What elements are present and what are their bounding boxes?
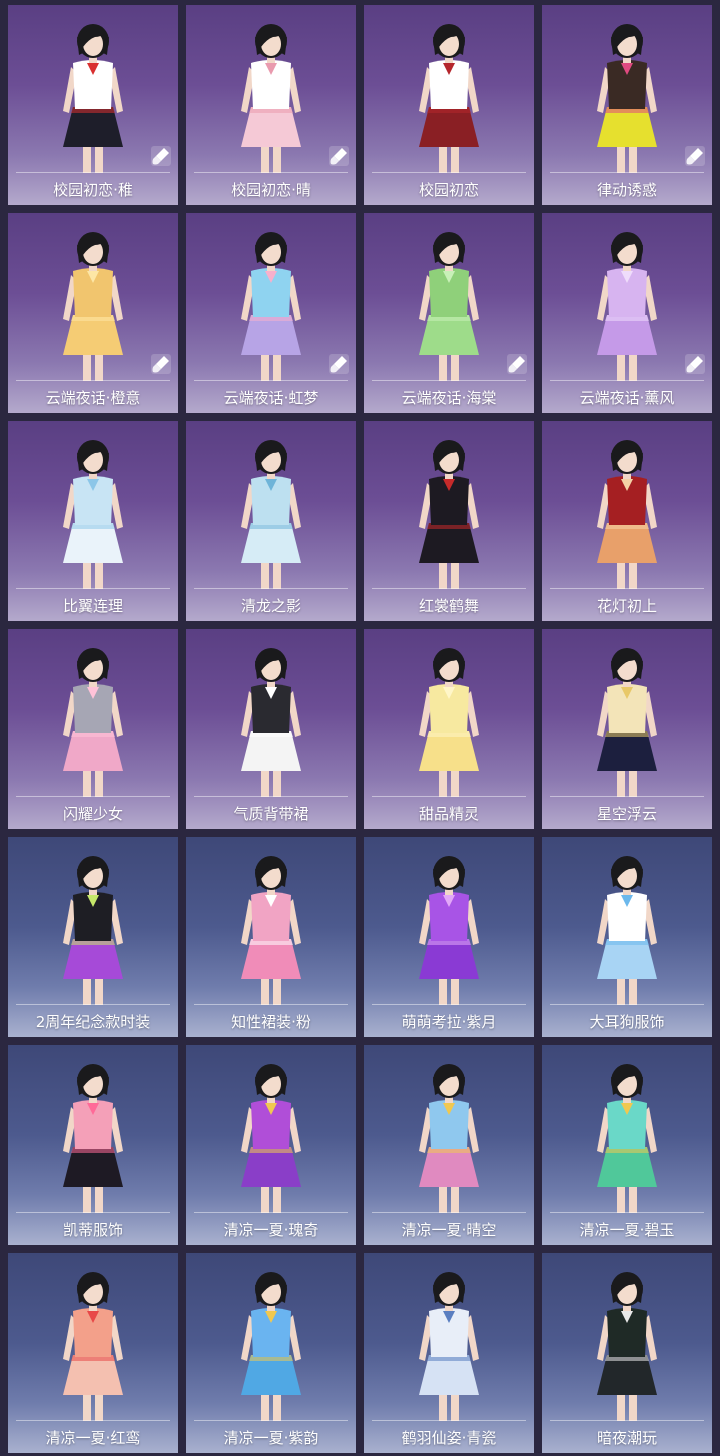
outfit-card[interactable]: 大耳狗服饰	[542, 837, 712, 1037]
outfit-name: 暗夜潮玩	[596, 1429, 657, 1447]
outfit-card[interactable]: 律动诱惑	[542, 5, 712, 205]
paintbrush-icon	[329, 146, 349, 166]
character-figure	[63, 856, 123, 1005]
character-figure	[419, 440, 479, 589]
paintbrush-icon	[685, 146, 705, 166]
outfit-name: 校园初恋·晴	[231, 181, 311, 199]
outfit-card[interactable]: 气质背带裙	[186, 629, 356, 829]
outfit-name: 校园初恋	[418, 181, 479, 199]
outfit-card[interactable]: 红裳鹤舞	[364, 421, 534, 621]
character-figure	[241, 856, 301, 1005]
character-figure	[241, 648, 301, 797]
outfit-name: 鹤羽仙姿·青瓷	[401, 1429, 497, 1447]
outfit-name: 红裳鹤舞	[418, 597, 479, 615]
outfit-card[interactable]: 清龙之影	[186, 421, 356, 621]
paintbrush-icon	[685, 354, 705, 374]
outfit-name: 大耳狗服饰	[589, 1013, 665, 1031]
outfit-card[interactable]: 花灯初上	[542, 421, 712, 621]
paintbrush-icon	[151, 146, 171, 166]
outfit-name: 甜品精灵	[418, 805, 479, 823]
outfit-card[interactable]: 校园初恋	[364, 5, 534, 205]
character-figure	[419, 1064, 479, 1213]
outfit-name: 星空浮云	[596, 805, 657, 823]
outfit-card[interactable]: 知性裙装·粉	[186, 837, 356, 1037]
outfit-card[interactable]: 萌萌考拉·紫月	[364, 837, 534, 1037]
paintbrush-icon	[507, 354, 527, 374]
character-figure	[241, 232, 301, 381]
outfit-name: 云端夜话·海棠	[401, 389, 497, 407]
outfit-name: 云端夜话·橙意	[45, 389, 141, 407]
outfit-card[interactable]: 比翼连理	[8, 421, 178, 621]
character-figure	[419, 648, 479, 797]
character-figure	[597, 24, 657, 173]
character-figure	[597, 232, 657, 381]
outfit-name: 清凉一夏·晴空	[401, 1221, 497, 1239]
outfit-card[interactable]: 清凉一夏·紫韵	[186, 1253, 356, 1453]
outfit-name: 凯蒂服饰	[62, 1221, 123, 1239]
character-figure	[597, 1272, 657, 1421]
outfit-card[interactable]: 清凉一夏·碧玉	[542, 1045, 712, 1245]
paintbrush-icon	[329, 354, 349, 374]
character-figure	[419, 232, 479, 381]
character-figure	[597, 648, 657, 797]
character-figure	[63, 1064, 123, 1213]
outfit-card[interactable]: 清凉一夏·红鸾	[8, 1253, 178, 1453]
outfit-card[interactable]: 星空浮云	[542, 629, 712, 829]
character-figure	[63, 1272, 123, 1421]
outfit-name: 清凉一夏·瑰奇	[223, 1221, 319, 1239]
paintbrush-icon	[151, 354, 171, 374]
character-figure	[63, 648, 123, 797]
outfit-name: 知性裙装·粉	[231, 1013, 311, 1031]
outfit-name: 云端夜话·薰风	[579, 389, 675, 407]
outfit-card[interactable]: 云端夜话·橙意	[8, 213, 178, 413]
outfit-name: 清凉一夏·紫韵	[223, 1429, 319, 1447]
outfit-card[interactable]: 2周年纪念款时装	[8, 837, 178, 1037]
outfit-name: 萌萌考拉·紫月	[401, 1013, 497, 1031]
outfit-name: 气质背带裙	[233, 805, 309, 823]
outfit-name: 清龙之影	[240, 597, 301, 615]
outfit-name: 云端夜话·虹梦	[223, 389, 319, 407]
outfit-card[interactable]: 清凉一夏·晴空	[364, 1045, 534, 1245]
character-figure	[63, 440, 123, 589]
character-figure	[241, 24, 301, 173]
character-figure	[241, 1064, 301, 1213]
character-figure	[597, 856, 657, 1005]
character-figure	[419, 24, 479, 173]
outfit-card[interactable]: 闪耀少女	[8, 629, 178, 829]
outfit-card[interactable]: 凯蒂服饰	[8, 1045, 178, 1245]
outfit-name: 花灯初上	[596, 597, 657, 615]
outfit-name: 校园初恋·稚	[53, 181, 133, 199]
outfit-card[interactable]: 校园初恋·稚	[8, 5, 178, 205]
character-figure	[63, 24, 123, 173]
outfit-name: 清凉一夏·碧玉	[579, 1221, 675, 1239]
outfit-name: 律动诱惑	[596, 181, 657, 199]
character-figure	[597, 440, 657, 589]
outfit-card[interactable]: 云端夜话·虹梦	[186, 213, 356, 413]
character-figure	[241, 1272, 301, 1421]
outfit-name: 清凉一夏·红鸾	[45, 1429, 141, 1447]
outfit-card[interactable]: 清凉一夏·瑰奇	[186, 1045, 356, 1245]
character-figure	[63, 232, 123, 381]
outfit-card[interactable]: 甜品精灵	[364, 629, 534, 829]
outfit-name: 比翼连理	[62, 597, 123, 615]
outfit-card[interactable]: 校园初恋·晴	[186, 5, 356, 205]
outfit-name: 闪耀少女	[62, 805, 123, 823]
outfit-grid: 校园初恋·稚 校园初恋·晴 校园初恋 律动诱惑云端夜话·橙意 云端夜话·虹梦 云端夜话·海…	[0, 0, 720, 1456]
outfit-card[interactable]: 鹤羽仙姿·青瓷	[364, 1253, 534, 1453]
character-figure	[419, 1272, 479, 1421]
character-figure	[419, 856, 479, 1005]
outfit-card[interactable]: 云端夜话·海棠	[364, 213, 534, 413]
character-figure	[597, 1064, 657, 1213]
outfit-card[interactable]: 暗夜潮玩	[542, 1253, 712, 1453]
outfit-card[interactable]: 云端夜话·薰风	[542, 213, 712, 413]
character-figure	[241, 440, 301, 589]
outfit-name: 2周年纪念款时装	[35, 1013, 151, 1031]
